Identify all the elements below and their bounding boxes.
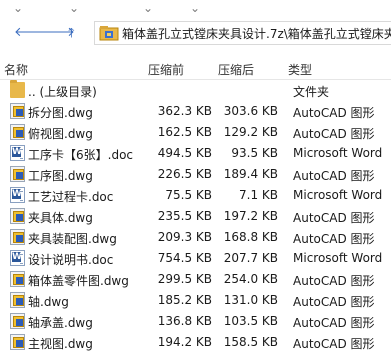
file-type: AutoCAD 图形 <box>293 232 375 246</box>
file-name: .. (上级目录) <box>28 85 97 99</box>
word-doc-icon <box>10 145 25 161</box>
file-type: Microsoft Word <box>293 146 383 160</box>
file-name: 夹具体.dwg <box>28 211 93 225</box>
file-type: AutoCAD 图形 <box>293 295 375 309</box>
up-arrow-icon[interactable]: 🡑 <box>68 24 75 46</box>
original-size: 235.5 KB <box>157 209 212 223</box>
compressed-size: 254.0 KB <box>223 272 278 286</box>
original-size: 209.3 KB <box>157 230 212 244</box>
address-row: 🡐 🡒 🡑 箱体盖孔立式镗床夹具设计.7z\箱体盖孔立式镗床夹具 <box>0 18 391 48</box>
original-size: 185.2 KB <box>157 293 212 307</box>
file-row[interactable]: 轴承盖.dwg 136.8 KB 103.5 KB AutoCAD 图形 <box>0 311 391 332</box>
file-type: AutoCAD 图形 <box>293 169 375 183</box>
dwg-file-icon <box>10 292 25 308</box>
file-row[interactable]: 夹具体.dwg 235.5 KB 197.2 KB AutoCAD 图形 <box>0 206 391 227</box>
compressed-size: 93.5 KB <box>231 146 278 160</box>
file-row[interactable]: 轴.dwg 185.2 KB 131.0 KB AutoCAD 图形 <box>0 290 391 311</box>
original-size: 162.5 KB <box>157 125 212 139</box>
file-type: AutoCAD 图形 <box>293 274 375 288</box>
file-name: 箱体盖零件图.dwg <box>28 274 129 288</box>
file-row[interactable]: 俯视图.dwg 162.5 KB 129.2 KB AutoCAD 图形 <box>0 122 391 143</box>
dwg-file-icon <box>10 103 25 119</box>
column-header: 名称 压缩前 压缩后 类型 <box>0 56 391 80</box>
column-name-header[interactable]: 名称 <box>4 61 28 78</box>
file-name: 工序卡【6张】.doc <box>28 148 134 162</box>
compressed-size: 207.7 KB <box>223 251 278 265</box>
file-row[interactable]: 夹具装配图.dwg 209.3 KB 168.8 KB AutoCAD 图形 <box>0 227 391 248</box>
compressed-size: 103.5 KB <box>223 314 278 328</box>
compressed-size: 7.1 KB <box>239 188 278 202</box>
original-size: 494.5 KB <box>157 146 212 160</box>
file-type: AutoCAD 图形 <box>293 106 375 120</box>
chevron-down-icon[interactable]: ⌄ <box>143 1 153 15</box>
original-size: 226.5 KB <box>157 167 212 181</box>
dwg-file-icon <box>10 208 25 224</box>
original-size: 754.5 KB <box>157 251 212 265</box>
original-size: 299.5 KB <box>157 272 212 286</box>
file-name: 设计说明书.doc <box>28 253 114 267</box>
file-type: AutoCAD 图形 <box>293 127 375 141</box>
file-row[interactable]: 主视图.dwg 194.2 KB 158.5 KB AutoCAD 图形 <box>0 332 391 353</box>
file-name: 俯视图.dwg <box>28 127 93 141</box>
dwg-file-icon <box>10 166 25 182</box>
address-path: 箱体盖孔立式镗床夹具设计.7z\箱体盖孔立式镗床夹具 <box>122 26 391 41</box>
word-doc-icon <box>10 250 25 266</box>
file-name: 轴承盖.dwg <box>28 316 93 330</box>
dwg-file-icon <box>10 334 25 350</box>
file-type: Microsoft Word <box>293 251 383 265</box>
compressed-size: 168.8 KB <box>223 230 278 244</box>
file-type: AutoCAD 图形 <box>293 316 375 330</box>
file-type: 文件夹 <box>293 85 330 99</box>
file-name: 工序图.dwg <box>28 169 93 183</box>
archive-window: ⌄ ⌄ ⌄ ⌄ 🡐 🡒 🡑 箱体盖孔立式镗床夹具设计.7z\箱体盖孔立式镗床夹具… <box>0 0 391 358</box>
file-name: 工艺过程卡.doc <box>28 190 114 204</box>
parent-directory-row[interactable]: .. (上级目录) 文件夹 <box>0 80 391 101</box>
compressed-size: 158.5 KB <box>223 335 278 349</box>
address-bar[interactable]: 箱体盖孔立式镗床夹具设计.7z\箱体盖孔立式镗床夹具 <box>94 21 391 45</box>
file-name: 主视图.dwg <box>28 337 93 351</box>
file-type: AutoCAD 图形 <box>293 337 375 351</box>
file-name: 夹具装配图.dwg <box>28 232 117 246</box>
original-size: 362.3 KB <box>157 104 212 118</box>
chevron-down-icon[interactable]: ⌄ <box>69 1 79 15</box>
toolbar-strip: ⌄ ⌄ ⌄ ⌄ <box>0 0 391 18</box>
compressed-size: 303.6 KB <box>223 104 278 118</box>
column-type-header[interactable]: 类型 <box>288 61 312 78</box>
file-name: 轴.dwg <box>28 295 69 309</box>
dwg-file-icon <box>10 124 25 140</box>
compressed-size: 197.2 KB <box>223 209 278 223</box>
file-name: 拆分图.dwg <box>28 106 93 120</box>
folder-icon <box>10 80 25 98</box>
compressed-size: 189.4 KB <box>223 167 278 181</box>
file-row[interactable]: 箱体盖零件图.dwg 299.5 KB 254.0 KB AutoCAD 图形 <box>0 269 391 290</box>
dwg-file-icon <box>10 271 25 287</box>
original-size: 75.5 KB <box>165 188 212 202</box>
column-compressed-size-header[interactable]: 压缩后 <box>218 61 254 78</box>
file-list: .. (上级目录) 文件夹拆分图.dwg 362.3 KB 303.6 KB AutoC… <box>0 80 391 353</box>
file-row[interactable]: 工艺过程卡.doc 75.5 KB 7.1 KB Microsoft Word <box>0 185 391 206</box>
file-row[interactable]: 设计说明书.doc 754.5 KB 207.7 KB Microsoft Word <box>0 248 391 269</box>
archive-icon <box>99 25 119 41</box>
dwg-file-icon <box>10 229 25 245</box>
chevron-down-icon[interactable]: ⌄ <box>13 1 23 15</box>
compressed-size: 129.2 KB <box>223 125 278 139</box>
file-type: AutoCAD 图形 <box>293 211 375 225</box>
original-size: 194.2 KB <box>157 335 212 349</box>
chevron-down-icon[interactable]: ⌄ <box>190 1 200 15</box>
file-type: Microsoft Word <box>293 188 383 202</box>
column-original-size-header[interactable]: 压缩前 <box>148 61 184 78</box>
word-doc-icon <box>10 187 25 203</box>
file-row[interactable]: 工序卡【6张】.doc 494.5 KB 93.5 KB Microsoft Word <box>0 143 391 164</box>
original-size: 136.8 KB <box>157 314 212 328</box>
file-row[interactable]: 工序图.dwg 226.5 KB 189.4 KB AutoCAD 图形 <box>0 164 391 185</box>
dwg-file-icon <box>10 313 25 329</box>
compressed-size: 131.0 KB <box>223 293 278 307</box>
file-row[interactable]: 拆分图.dwg 362.3 KB 303.6 KB AutoCAD 图形 <box>0 101 391 122</box>
